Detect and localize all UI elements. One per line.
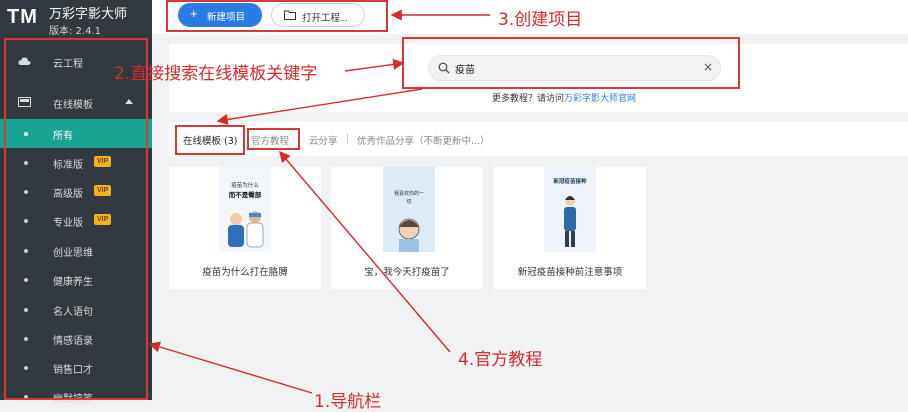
- annotation-box-toolbar: [166, 0, 388, 32]
- annotation-box-sidebar: [4, 38, 148, 400]
- app-logo: TM: [7, 6, 38, 28]
- svg-text:而不是臀部: 而不是臀部: [229, 190, 262, 199]
- tab-excellent-works[interactable]: 优秀作品分享（不断更新中...）: [357, 133, 490, 147]
- svg-text:我喜欢你的一: 我喜欢你的一: [394, 190, 424, 197]
- official-site-link[interactable]: 万彩字影大师官网: [564, 94, 636, 104]
- template-thumbnail: 新冠疫苗接种: [544, 167, 596, 252]
- tab-separator: |: [346, 133, 350, 144]
- brand: TM 万彩字影大师 版本: 2.4.1: [0, 0, 152, 38]
- svg-text:新冠疫苗接种: 新冠疫苗接种: [553, 177, 587, 185]
- template-card[interactable]: 我喜欢你的一 切 宝，我今天打疫苗了: [331, 167, 483, 289]
- template-caption: 宝，我今天打疫苗了: [364, 267, 450, 278]
- annotation-box-search: [402, 37, 740, 89]
- template-caption: 新冠疫苗接种前注意事项: [517, 267, 623, 278]
- template-thumbnail: 疫苗为什么 而不是臀部: [219, 167, 271, 252]
- vaccine-illustration: 新冠疫苗接种: [544, 167, 596, 252]
- annotation-official-tutorial: 4.官方教程: [458, 350, 543, 370]
- app-name: 万彩字影大师: [49, 7, 128, 22]
- template-caption: 疫苗为什么打在胳膊: [202, 267, 288, 278]
- svg-text:切: 切: [406, 198, 411, 205]
- annotation-create-project: 3.创建项目: [498, 10, 583, 30]
- more-tutorials-text: 更多教程？请访问: [492, 94, 565, 104]
- template-card[interactable]: 疫苗为什么 而不是臀部 疫苗为什么打在胳膊: [169, 167, 321, 289]
- app-version: 版本: 2.4.1: [49, 26, 101, 37]
- vaccine-illustration: 疫苗为什么 而不是臀部: [219, 167, 271, 252]
- vaccine-illustration: 我喜欢你的一 切: [383, 167, 435, 252]
- tab-cloud-share[interactable]: 云分享: [309, 133, 338, 147]
- annotation-search-keyword: 2.直接搜索在线模板关键字: [114, 64, 318, 84]
- annotation-box-online-tab: [175, 125, 245, 155]
- more-tutorials: 更多教程？请访问万彩字影大师官网: [492, 91, 636, 104]
- template-thumbnail: 我喜欢你的一 切: [383, 167, 435, 252]
- svg-text:疫苗为什么: 疫苗为什么: [231, 181, 259, 189]
- template-card[interactable]: 新冠疫苗接种 新冠疫苗接种前注意事项: [494, 167, 646, 289]
- annotation-box-official-tab: [247, 128, 300, 150]
